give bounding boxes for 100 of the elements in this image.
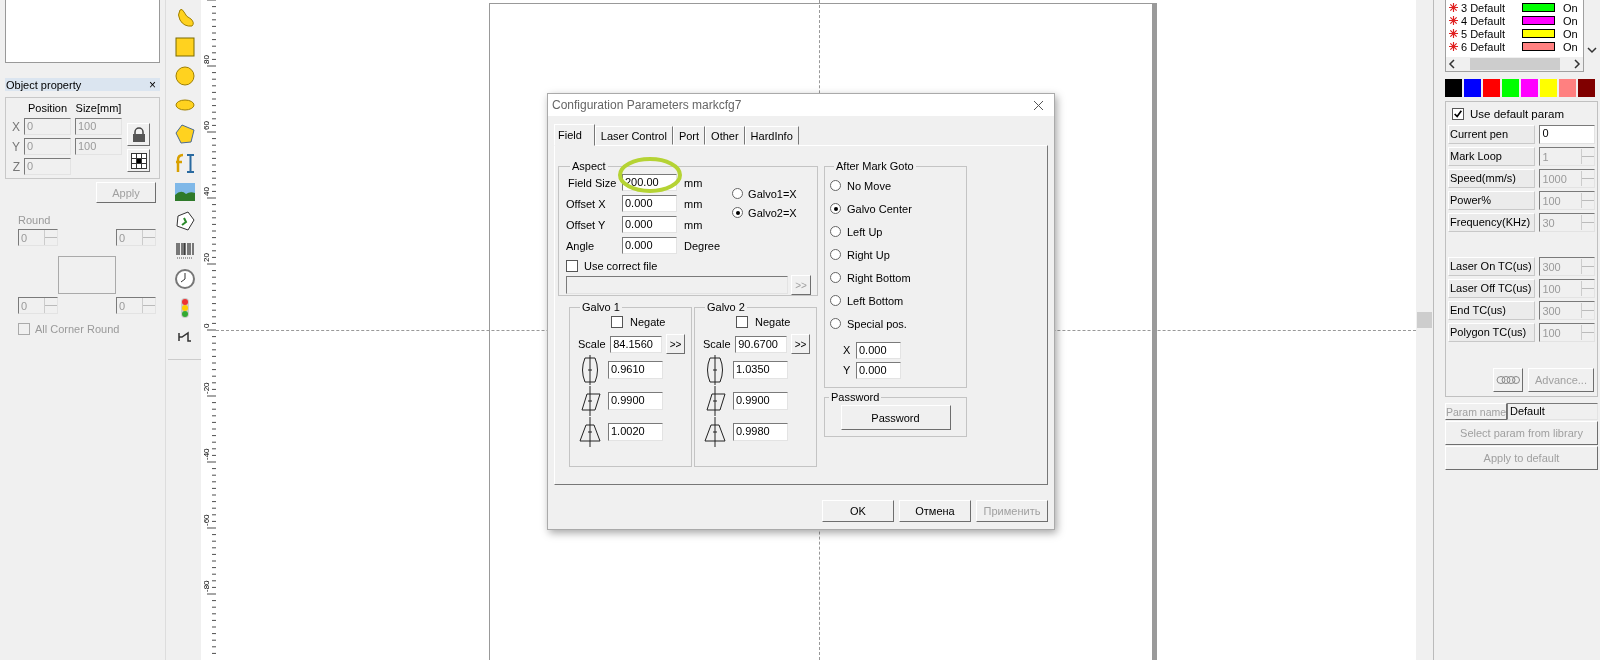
unit-label: mm: [684, 218, 703, 231]
pen-state: On: [1563, 14, 1578, 27]
close-button[interactable]: ×: [149, 77, 156, 92]
dialog-button[interactable]: Отмена: [899, 500, 971, 522]
color-swatch[interactable]: [1521, 79, 1538, 97]
value-field[interactable]: 0.000: [622, 237, 677, 254]
color-swatch[interactable]: [1578, 79, 1595, 97]
vertical-ruler: 80 60 40 20 0 -20 -40 -60 -80: [201, 0, 216, 660]
radio-button[interactable]: [732, 188, 744, 199]
scale-field[interactable]: 84.1560: [610, 335, 663, 353]
scale-button[interactable]: >>: [791, 334, 810, 354]
factor-field[interactable]: 0.9900: [608, 391, 663, 410]
color-swatch[interactable]: [1540, 79, 1557, 97]
grid-button[interactable]: [127, 149, 150, 172]
trapezoid-icon: [578, 416, 602, 447]
axis-label: Y: [11, 139, 20, 154]
radio-button[interactable]: [830, 203, 841, 214]
corner-preview: [58, 256, 116, 294]
pen-name: 6 Default: [1461, 40, 1507, 53]
landscape-picture-icon[interactable]: [173, 181, 196, 203]
radio-button[interactable]: [830, 180, 841, 191]
tab[interactable]: Other: [705, 126, 745, 145]
radio-button[interactable]: [830, 226, 841, 237]
unit-label: mm: [684, 176, 703, 189]
axis-label: X: [843, 344, 851, 356]
checkbox[interactable]: [736, 316, 748, 328]
scale-field[interactable]: 90.6700: [735, 335, 788, 353]
text-icon[interactable]: [173, 152, 196, 174]
radio-button[interactable]: [830, 272, 841, 283]
axis-label: X: [11, 119, 20, 134]
circle-icon[interactable]: [173, 65, 196, 87]
color-swatch[interactable]: [1483, 79, 1500, 97]
dialog-button[interactable]: OK: [822, 500, 894, 522]
column-header: Size[mm]: [75, 102, 122, 114]
color-swatch[interactable]: [1559, 79, 1576, 97]
close-icon[interactable]: [1033, 99, 1044, 111]
pen-row[interactable]: 6 Default On: [1449, 40, 1581, 53]
checkbox[interactable]: [566, 259, 578, 272]
asterisk-icon: [1449, 3, 1458, 12]
lock-button[interactable]: [127, 123, 150, 146]
clock-icon[interactable]: [173, 268, 196, 290]
radio-button[interactable]: [830, 318, 841, 329]
value-field[interactable]: 0.000: [622, 195, 677, 212]
pen-state: On: [1563, 27, 1578, 40]
factor-field[interactable]: 1.0350: [733, 360, 788, 379]
scale-label: Scale: [578, 338, 607, 350]
color-swatch[interactable]: [1464, 79, 1481, 97]
parameter-label: End TC(us): [1448, 301, 1536, 320]
radio-label: No Move: [847, 179, 892, 192]
factor-field[interactable]: 0.9900: [733, 391, 788, 410]
radio-label: Left Bottom: [847, 294, 904, 307]
group-title: After Mark Goto: [835, 160, 915, 172]
parameter-label: Current pen: [1448, 125, 1536, 144]
checkbox[interactable]: [18, 323, 30, 335]
file-path-field[interactable]: [566, 276, 788, 294]
checkbox[interactable]: [1452, 108, 1464, 120]
checkbox-label: All Corner Round: [35, 323, 120, 335]
factor-field[interactable]: 1.0020: [608, 422, 663, 441]
color-swatch[interactable]: [1445, 79, 1462, 97]
parameter-label: Laser On TC(us): [1448, 257, 1536, 276]
pen-row[interactable]: 4 Default On: [1449, 14, 1581, 27]
chain-button[interactable]: [1493, 368, 1523, 392]
factor-field[interactable]: 0.9980: [733, 422, 788, 441]
tab[interactable]: HardInfo: [744, 126, 799, 145]
radio-label: Special pos.: [847, 317, 907, 330]
scrollbar-thumb[interactable]: [1469, 58, 1560, 70]
unit-label: mm: [684, 197, 703, 210]
radio-button[interactable]: [732, 207, 744, 218]
factor-field[interactable]: 0.9610: [608, 360, 663, 379]
round-label: Round: [18, 214, 52, 226]
tab[interactable]: Field: [554, 124, 595, 146]
radio-button[interactable]: [830, 249, 841, 260]
x-field[interactable]: 0.000: [856, 341, 901, 359]
parallelogram-icon: [703, 385, 727, 416]
pen-row[interactable]: 3 Default On: [1449, 1, 1581, 14]
pen-state: On: [1563, 1, 1578, 14]
color-swatch[interactable]: [1502, 79, 1519, 97]
password-button[interactable]: Password: [840, 405, 951, 430]
value-field[interactable]: 0.000: [622, 216, 677, 233]
radio-label: Galvo Center: [847, 202, 912, 215]
tab[interactable]: Laser Control: [594, 126, 673, 145]
axis-label: Y: [843, 364, 851, 376]
pentagon-icon[interactable]: [173, 123, 196, 145]
horizontal-scrollbar[interactable]: [1446, 57, 1583, 71]
radio-button[interactable]: [830, 295, 841, 306]
scale-button[interactable]: >>: [666, 334, 685, 354]
radio-label: Right Bottom: [847, 271, 911, 284]
checkbox[interactable]: [611, 316, 623, 328]
tab[interactable]: Port: [672, 126, 706, 145]
parameter-field[interactable]: 0: [1539, 125, 1595, 144]
object-list[interactable]: [5, 0, 160, 63]
scrollbar-thumb[interactable]: [1417, 312, 1432, 328]
param-name-field[interactable]: Default: [1507, 403, 1598, 420]
asterisk-icon: [1449, 29, 1458, 38]
pen-name: 4 Default: [1461, 14, 1507, 27]
axis-label: Z: [11, 159, 20, 174]
pen-row[interactable]: 5 Default On: [1449, 27, 1581, 40]
y-field[interactable]: 0.000: [856, 361, 901, 379]
scale-label: Scale: [703, 338, 732, 350]
unit-label: Degree: [684, 239, 721, 252]
